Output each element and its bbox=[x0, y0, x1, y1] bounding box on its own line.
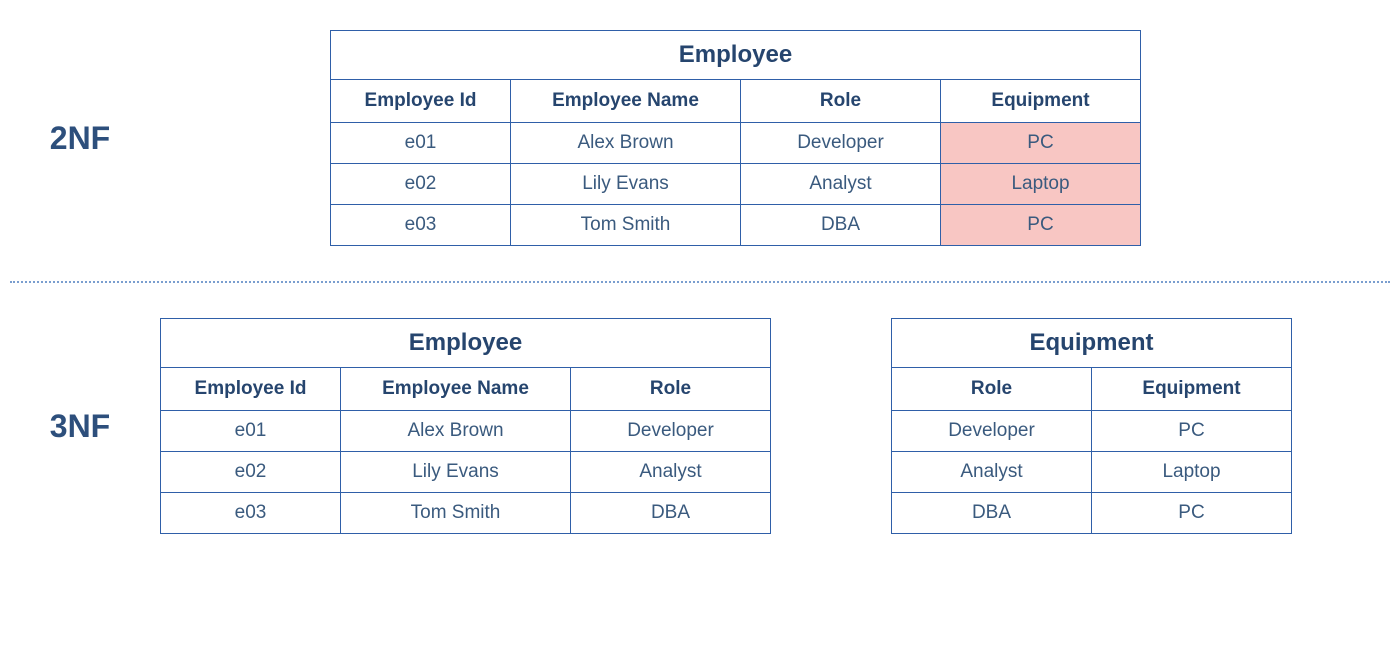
cell-name: Alex Brown bbox=[341, 411, 571, 452]
cell-name: Alex Brown bbox=[511, 123, 741, 164]
cell-id: e03 bbox=[331, 205, 511, 246]
col-header-name: Employee Name bbox=[341, 368, 571, 411]
col-header-role: Role bbox=[741, 80, 941, 123]
cell-name: Lily Evans bbox=[511, 164, 741, 205]
cell-equipment-highlighted: PC bbox=[941, 205, 1141, 246]
cell-name: Tom Smith bbox=[341, 493, 571, 534]
tables-3nf: Employee Employee Id Employee Name Role … bbox=[160, 318, 1292, 534]
section-3nf: 3NF Employee Employee Id Employee Name R… bbox=[0, 283, 1400, 564]
table-row: Analyst Laptop bbox=[892, 452, 1292, 493]
cell-name: Lily Evans bbox=[341, 452, 571, 493]
cell-id: e02 bbox=[331, 164, 511, 205]
table-row: e03 Tom Smith DBA bbox=[161, 493, 771, 534]
table-row: Developer PC bbox=[892, 411, 1292, 452]
cell-role: Analyst bbox=[571, 452, 771, 493]
cell-equipment-highlighted: Laptop bbox=[941, 164, 1141, 205]
table-row: e03 Tom Smith DBA PC bbox=[331, 205, 1141, 246]
table-row: e02 Lily Evans Analyst bbox=[161, 452, 771, 493]
cell-role: DBA bbox=[741, 205, 941, 246]
label-2nf: 2NF bbox=[0, 120, 160, 157]
col-header-name: Employee Name bbox=[511, 80, 741, 123]
table-row: DBA PC bbox=[892, 493, 1292, 534]
cell-name: Tom Smith bbox=[511, 205, 741, 246]
col-header-equipment: Equipment bbox=[1092, 368, 1292, 411]
cell-role: DBA bbox=[571, 493, 771, 534]
table-row: e01 Alex Brown Developer PC bbox=[331, 123, 1141, 164]
label-3nf: 3NF bbox=[0, 408, 160, 445]
col-header-role: Role bbox=[892, 368, 1092, 411]
table-title: Employee bbox=[161, 319, 771, 368]
col-header-id: Employee Id bbox=[331, 80, 511, 123]
table-title: Employee bbox=[331, 31, 1141, 80]
col-header-role: Role bbox=[571, 368, 771, 411]
cell-role: Developer bbox=[892, 411, 1092, 452]
cell-equipment: PC bbox=[1092, 493, 1292, 534]
cell-id: e01 bbox=[331, 123, 511, 164]
cell-equipment: Laptop bbox=[1092, 452, 1292, 493]
cell-role: Developer bbox=[571, 411, 771, 452]
col-header-id: Employee Id bbox=[161, 368, 341, 411]
col-header-equipment: Equipment bbox=[941, 80, 1141, 123]
table-title: Equipment bbox=[892, 319, 1292, 368]
cell-role: Analyst bbox=[892, 452, 1092, 493]
table-equipment-3nf: Equipment Role Equipment Developer PC An… bbox=[891, 318, 1292, 534]
cell-equipment: PC bbox=[1092, 411, 1292, 452]
cell-role: Analyst bbox=[741, 164, 941, 205]
cell-id: e01 bbox=[161, 411, 341, 452]
table-row: e02 Lily Evans Analyst Laptop bbox=[331, 164, 1141, 205]
cell-role: Developer bbox=[741, 123, 941, 164]
table-employee-3nf: Employee Employee Id Employee Name Role … bbox=[160, 318, 771, 534]
section-2nf: 2NF Employee Employee Id Employee Name R… bbox=[0, 0, 1400, 281]
cell-id: e02 bbox=[161, 452, 341, 493]
table-row: e01 Alex Brown Developer bbox=[161, 411, 771, 452]
tables-2nf: Employee Employee Id Employee Name Role … bbox=[330, 30, 1141, 246]
cell-equipment-highlighted: PC bbox=[941, 123, 1141, 164]
cell-id: e03 bbox=[161, 493, 341, 534]
cell-role: DBA bbox=[892, 493, 1092, 534]
table-employee-2nf: Employee Employee Id Employee Name Role … bbox=[330, 30, 1141, 246]
